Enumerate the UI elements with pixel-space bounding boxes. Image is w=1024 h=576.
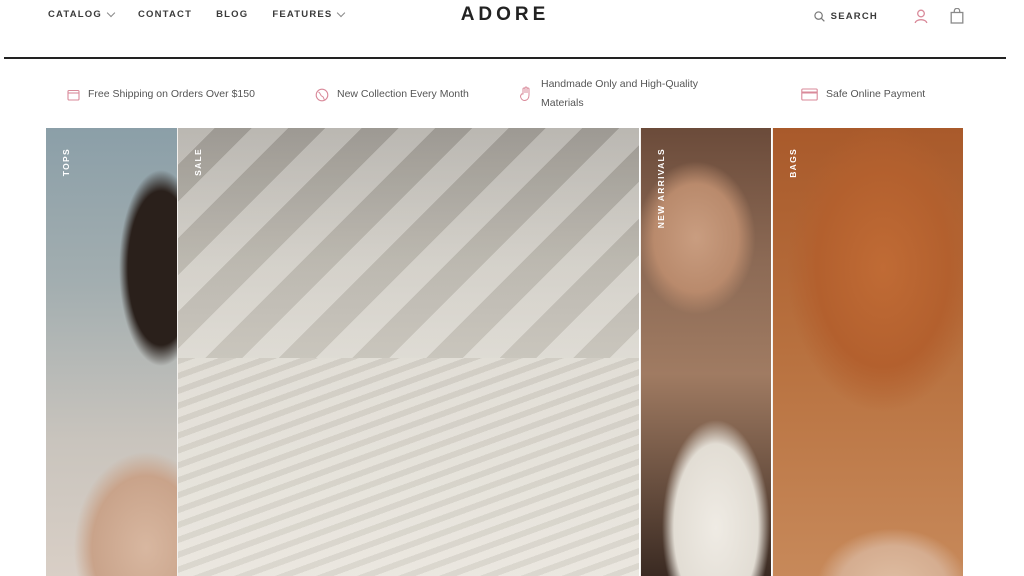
hand-icon: [519, 86, 533, 102]
sale-image-detail: [178, 358, 639, 576]
feature-shipping: Free Shipping on Orders Over $150: [67, 85, 255, 104]
category-panel-bags[interactable]: BAGS: [773, 128, 963, 576]
category-panel-sale[interactable]: SALE: [178, 128, 639, 576]
panel-label-new-arrivals: NEW ARRIVALS: [656, 148, 666, 229]
panel-label-tops: TOPS: [61, 148, 71, 177]
category-hero: TOPS SALE NEW ARRIVALS BAGS: [46, 128, 963, 576]
feature-collection-text: New Collection Every Month: [337, 88, 469, 100]
search-label: SEARCH: [830, 10, 878, 22]
card-icon: [801, 88, 818, 101]
feature-collection: New Collection Every Month: [315, 85, 469, 104]
feature-shipping-text: Free Shipping on Orders Over $150: [88, 88, 255, 100]
account-button[interactable]: [914, 9, 928, 24]
feature-handmade-line1: Handmade Only and High-Quality: [541, 78, 698, 90]
feature-bar: Free Shipping on Orders Over $150 New Co…: [0, 70, 1024, 120]
feature-handmade-line2: Materials: [541, 97, 584, 109]
feature-payment: Safe Online Payment: [801, 85, 925, 104]
feature-payment-text: Safe Online Payment: [826, 88, 926, 100]
search-icon: [813, 10, 825, 22]
cart-icon: [950, 8, 964, 24]
account-icon: [914, 9, 928, 23]
category-panel-tops[interactable]: TOPS: [46, 128, 177, 576]
panel-label-sale: SALE: [193, 148, 203, 176]
feature-handmade-text: Handmade Only and High-Quality Materials: [541, 75, 698, 113]
feature-handmade: Handmade Only and High-Quality Materials: [519, 75, 698, 113]
header-divider: [4, 57, 1006, 59]
box-icon: [67, 88, 80, 101]
category-panel-new-arrivals[interactable]: NEW ARRIVALS: [641, 128, 771, 576]
panel-label-bags: BAGS: [788, 148, 798, 178]
search-button[interactable]: SEARCH: [813, 10, 878, 22]
site-header: CATALOG CONTACT BLOG FEATURES ADORE SEAR…: [0, 0, 1024, 60]
cart-button[interactable]: [950, 8, 964, 24]
header-tools: SEARCH: [813, 8, 964, 24]
globe-icon: [315, 88, 329, 102]
